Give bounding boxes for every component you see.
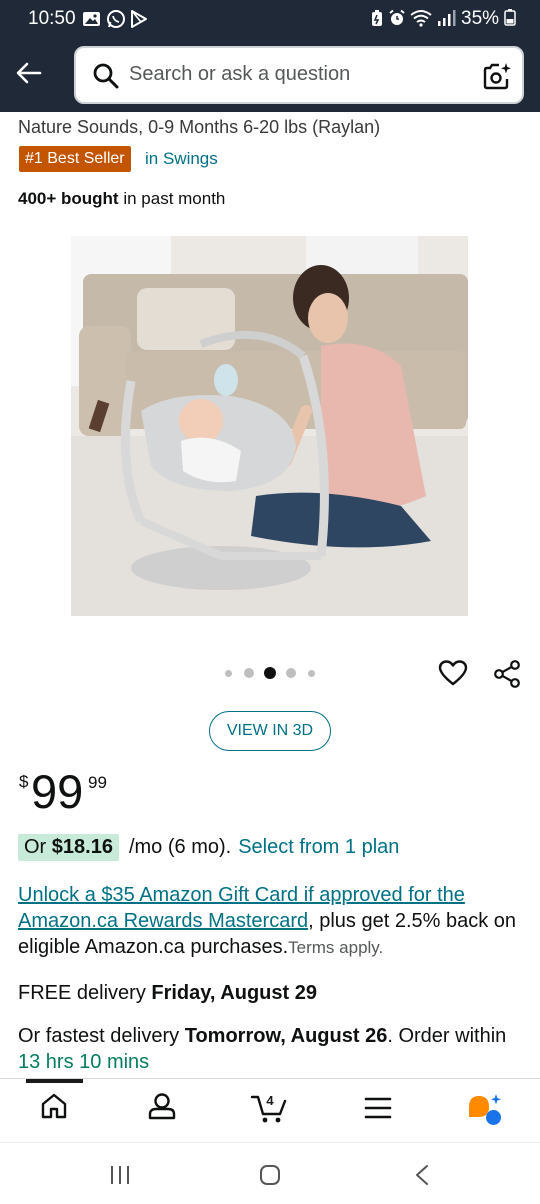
best-seller-badge: #1 Best Seller (19, 146, 131, 172)
play-store-icon (131, 10, 147, 28)
camera-search-icon[interactable] (481, 60, 513, 92)
whatsapp-icon (107, 10, 125, 28)
bought-count: 400+ bought (18, 189, 119, 208)
price-whole: 99 (31, 765, 84, 818)
home-button-icon[interactable] (259, 1164, 281, 1186)
share-icon[interactable] (492, 659, 522, 689)
battery-saver-icon (372, 10, 382, 26)
status-notification-icons (82, 9, 148, 29)
product-image[interactable] (71, 236, 468, 616)
price-currency-symbol: $ (19, 772, 29, 791)
fastest-delivery-date: Tomorrow, August 26 (184, 1025, 388, 1047)
installment-highlight: Or $18.16 (18, 834, 119, 861)
installment-prefix: Or (24, 836, 52, 858)
status-time: 10:50 (28, 8, 76, 29)
wifi-icon (410, 10, 432, 27)
app-header: 10:50 35% Search or ask a question (0, 0, 540, 112)
credit-card-promo: Unlock a $35 Amazon Gift Card if approve… (18, 882, 523, 961)
menu-icon[interactable] (364, 1096, 392, 1120)
battery-icon (504, 9, 517, 26)
status-system-icons (370, 9, 456, 27)
back-button-icon[interactable] (414, 1164, 430, 1186)
battery-level: 35% (461, 8, 517, 30)
search-input[interactable]: Search or ask a question (129, 63, 350, 86)
search-bar[interactable]: Search or ask a question (74, 46, 524, 104)
alarm-icon (389, 9, 405, 25)
free-delivery-prefix: FREE delivery (18, 982, 152, 1004)
best-seller-category-link[interactable]: in Swings (145, 149, 218, 169)
home-active-indicator (26, 1079, 83, 1083)
bought-suffix: in past month (118, 189, 226, 208)
signal-icon (438, 10, 456, 26)
back-arrow-icon[interactable] (14, 58, 44, 88)
system-navigation-bar (0, 1142, 540, 1204)
order-within-text: . Order within (387, 1025, 507, 1047)
search-icon (93, 63, 119, 89)
account-icon[interactable] (147, 1092, 177, 1120)
installment-term: /mo (6 mo). (128, 836, 232, 858)
select-plan-link[interactable]: Select from 1 plan (238, 836, 399, 859)
installment-amount: $18.16 (51, 836, 113, 858)
gallery-icon (83, 12, 100, 26)
installment-plan: Or $18.16 /mo (6 mo). Select from 1 plan (18, 834, 399, 861)
fastest-delivery-info: Or fastest delivery Tomorrow, August 26.… (18, 1023, 523, 1075)
carousel-dot[interactable] (286, 668, 296, 678)
carousel-dot[interactable] (308, 670, 315, 677)
battery-percent: 35% (461, 8, 500, 29)
carousel-dot[interactable] (244, 668, 254, 678)
free-delivery-date: Friday, August 29 (151, 982, 317, 1004)
carousel-dot-active[interactable] (264, 667, 276, 679)
view-in-3d-button[interactable]: VIEW IN 3D (209, 711, 331, 751)
price-fraction: 99 (88, 773, 107, 792)
rufus-assistant-icon[interactable] (466, 1093, 504, 1127)
delivery-countdown: 13 hrs 10 mins (18, 1051, 150, 1073)
fastest-delivery-prefix: Or fastest delivery (18, 1025, 185, 1047)
carousel-dot[interactable] (225, 670, 232, 677)
purchase-count: 400+ bought in past month (18, 189, 225, 209)
free-delivery-info: FREE delivery Friday, August 29 (18, 982, 317, 1005)
heart-icon[interactable] (438, 659, 468, 687)
terms-link[interactable]: Terms apply. (288, 938, 383, 957)
product-title[interactable]: Nature Sounds, 0-9 Months 6-20 lbs (Rayl… (18, 117, 380, 138)
home-icon[interactable] (40, 1092, 68, 1120)
recent-apps-icon[interactable] (109, 1165, 131, 1185)
cart-count-badge: 4 (266, 1093, 274, 1108)
